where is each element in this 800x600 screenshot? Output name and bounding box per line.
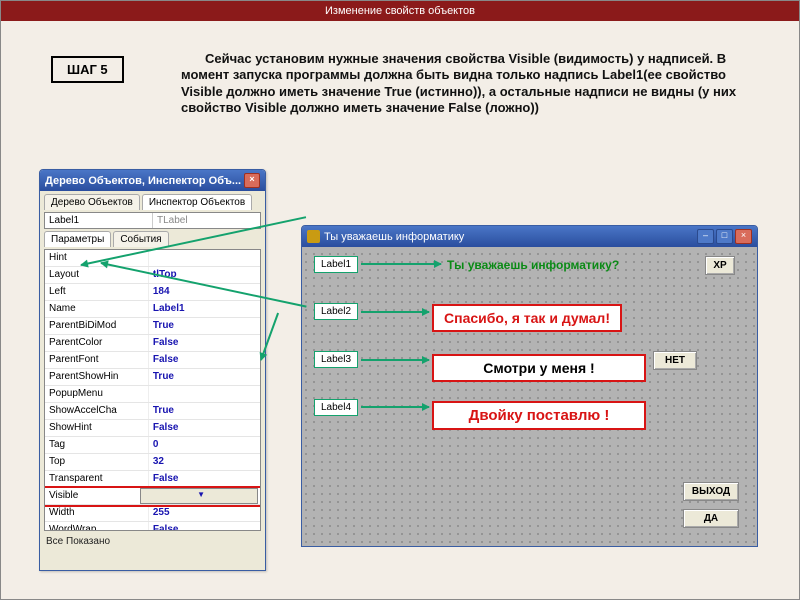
step-label: ШАГ 5 <box>51 56 124 83</box>
property-row[interactable]: NameLabel1 <box>45 301 260 318</box>
property-name: ParentBiDiMod <box>45 318 149 334</box>
property-name: PopupMenu <box>45 386 149 402</box>
property-name: Top <box>45 454 149 470</box>
inspector-titlebar[interactable]: Дерево Объектов, Инспектор Объ... × <box>40 170 265 191</box>
dropdown-icon[interactable]: ▼ <box>140 488 258 504</box>
property-row[interactable]: WordWrapFalse <box>45 522 260 531</box>
inspector-top-tabs: Дерево Объектов Инспектор Объектов <box>40 191 265 210</box>
property-value[interactable]: False <box>149 335 260 351</box>
property-value[interactable] <box>149 250 260 266</box>
minimize-icon[interactable]: – <box>697 229 714 244</box>
label2-text[interactable]: Спасибо, я так и думал! <box>432 304 622 332</box>
form-titlebar[interactable]: Ты уважаешь информатику – □ × <box>302 226 757 247</box>
property-name: ParentColor <box>45 335 149 351</box>
property-value[interactable]: True <box>149 318 260 334</box>
property-value[interactable]: 32 <box>149 454 260 470</box>
property-value[interactable]: True <box>149 369 260 385</box>
maximize-icon[interactable]: □ <box>716 229 733 244</box>
property-value[interactable]: False <box>149 352 260 368</box>
arrow-icon <box>361 263 441 265</box>
property-value[interactable]: 0 <box>149 437 260 453</box>
inspector-title-text: Дерево Объектов, Инспектор Объ... <box>45 175 241 187</box>
property-name: ParentShowHin <box>45 369 149 385</box>
property-value[interactable]: False <box>149 522 260 531</box>
label3-text[interactable]: Смотри у меня ! <box>432 354 646 382</box>
form-title-text: Ты уважаешь информатику <box>324 231 464 243</box>
property-row[interactable]: ShowAccelChaTrue <box>45 403 260 420</box>
property-row[interactable]: ParentShowHinTrue <box>45 369 260 386</box>
property-name: Width <box>45 505 149 521</box>
tab-properties[interactable]: Параметры <box>44 231 111 247</box>
property-value[interactable]: False <box>149 420 260 436</box>
callout-label2: Label2 <box>314 303 358 320</box>
page-title: Изменение свойств объектов <box>1 1 799 21</box>
arrow-icon <box>361 311 429 313</box>
property-name: Visible <box>45 488 153 504</box>
callout-label1: Label1 <box>314 256 358 273</box>
property-row[interactable]: Hint <box>45 250 260 267</box>
property-value[interactable]: True <box>149 403 260 419</box>
component-selector[interactable]: Label1 TLabel <box>44 212 261 229</box>
property-value[interactable]: Label1 <box>149 301 260 317</box>
property-row[interactable]: Tag0 <box>45 437 260 454</box>
property-row[interactable]: ShowHintFalse <box>45 420 260 437</box>
tab-object-tree[interactable]: Дерево Объектов <box>44 194 140 210</box>
tab-events[interactable]: События <box>113 231 168 247</box>
property-row[interactable]: Top32 <box>45 454 260 471</box>
property-row[interactable]: TransparentFalse <box>45 471 260 488</box>
arrow-icon <box>361 359 429 361</box>
label4-text[interactable]: Двойку поставлю ! <box>432 401 646 430</box>
inspector-footer: Все Показано <box>40 533 265 550</box>
net-button[interactable]: НЕТ <box>653 351 697 370</box>
exit-button[interactable]: ВЫХОД <box>683 482 739 501</box>
property-row[interactable]: ParentFontFalse <box>45 352 260 369</box>
property-row[interactable]: Width255 <box>45 505 260 522</box>
da-button[interactable]: ДА <box>683 509 739 528</box>
close-icon[interactable]: × <box>244 173 260 188</box>
label1-text[interactable]: Ты уважаешь информатику? <box>447 258 619 272</box>
property-row[interactable]: ParentBiDiModTrue <box>45 318 260 335</box>
property-row[interactable]: Left184 <box>45 284 260 301</box>
property-name: ShowHint <box>45 420 149 436</box>
close-icon[interactable]: × <box>735 229 752 244</box>
callout-label4: Label4 <box>314 399 358 416</box>
app-icon <box>307 230 320 243</box>
property-row[interactable]: PopupMenu <box>45 386 260 403</box>
object-inspector-window: Дерево Объектов, Инспектор Объ... × Дере… <box>39 169 266 571</box>
property-value[interactable]: 255 <box>149 505 260 521</box>
component-type: TLabel <box>153 213 260 228</box>
property-name: Tag <box>45 437 149 453</box>
property-name: ShowAccelCha <box>45 403 149 419</box>
instruction-paragraph: Сейчас установим нужные значения свойств… <box>181 51 741 116</box>
property-name: Name <box>45 301 149 317</box>
xp-button[interactable]: XP <box>705 256 735 275</box>
property-name: Left <box>45 284 149 300</box>
property-name: WordWrap <box>45 522 149 531</box>
tab-object-inspector[interactable]: Инспектор Объектов <box>142 194 252 210</box>
property-row[interactable]: ParentColorFalse <box>45 335 260 352</box>
property-name: ParentFont <box>45 352 149 368</box>
callout-label3: Label3 <box>314 351 358 368</box>
component-name: Label1 <box>45 213 153 228</box>
property-row[interactable]: LayouttlTop <box>45 267 260 284</box>
property-value[interactable]: False <box>149 471 260 487</box>
property-row[interactable]: VisibleTrue▼ <box>45 488 260 505</box>
property-value[interactable] <box>149 386 260 402</box>
design-form-window: Ты уважаешь информатику – □ × Ты уважаеш… <box>301 225 758 547</box>
arrow-icon <box>361 406 429 408</box>
property-name: Transparent <box>45 471 149 487</box>
